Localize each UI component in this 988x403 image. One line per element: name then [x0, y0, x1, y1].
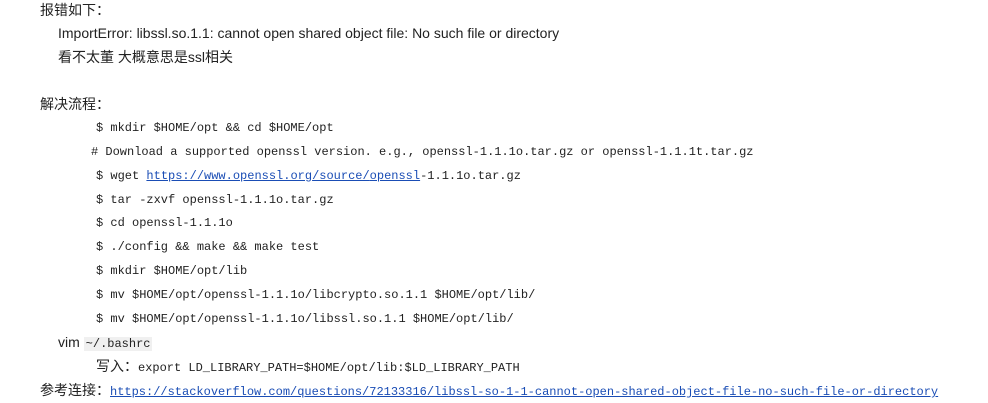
command-mkdir-opt: $ mkdir $HOME/opt && cd $HOME/opt: [96, 121, 334, 135]
command-config: $ ./config && make && make test: [96, 240, 320, 254]
error-message: ImportError: libssl.so.1.1: cannot open …: [58, 25, 560, 41]
write-line: 写入：export LD_LIBRARY_PATH=$HOME/opt/lib:…: [96, 356, 520, 376]
command-tar: $ tar -zxvf openssl-1.1.1o.tar.gz: [96, 193, 334, 207]
command-wget: $ wget https://www.openssl.org/source/op…: [96, 166, 521, 186]
download-comment: # Download a supported openssl version. …: [91, 145, 754, 159]
write-label: 写入：: [96, 358, 138, 374]
wget-suffix: -1.1.1o.tar.gz: [420, 169, 521, 183]
openssl-link-host[interactable]: https://www.openssl.org: [146, 169, 312, 183]
bashrc-inline-code: ~/.bashrc: [83, 337, 153, 351]
command-mv-libssl: $ mv $HOME/opt/openssl-1.1.1o/libssl.so.…: [96, 312, 514, 326]
error-heading: 报错如下：: [40, 2, 110, 18]
vim-line: vim ~/.bashrc: [58, 332, 153, 352]
solution-heading: 解决流程：: [40, 96, 110, 112]
openssl-link-name[interactable]: openssl: [370, 169, 420, 183]
reference-line: 参考连接：https://stackoverflow.com/questions…: [40, 380, 938, 400]
error-note: 看不太董 大概意思是ssl相关: [58, 49, 233, 65]
openssl-link-path[interactable]: /source/: [312, 169, 370, 183]
reference-label: 参考连接：: [40, 382, 110, 398]
wget-prefix: $ wget: [96, 169, 147, 183]
command-cd: $ cd openssl-1.1.1o: [96, 216, 233, 230]
export-command: export LD_LIBRARY_PATH=$HOME/opt/lib:$LD…: [138, 361, 520, 375]
command-mkdir-lib: $ mkdir $HOME/opt/lib: [96, 264, 248, 278]
command-mv-libcrypto: $ mv $HOME/opt/openssl-1.1.1o/libcrypto.…: [96, 288, 536, 302]
vim-prefix: vim: [58, 334, 84, 350]
reference-link[interactable]: https://stackoverflow.com/questions/7213…: [110, 385, 938, 399]
